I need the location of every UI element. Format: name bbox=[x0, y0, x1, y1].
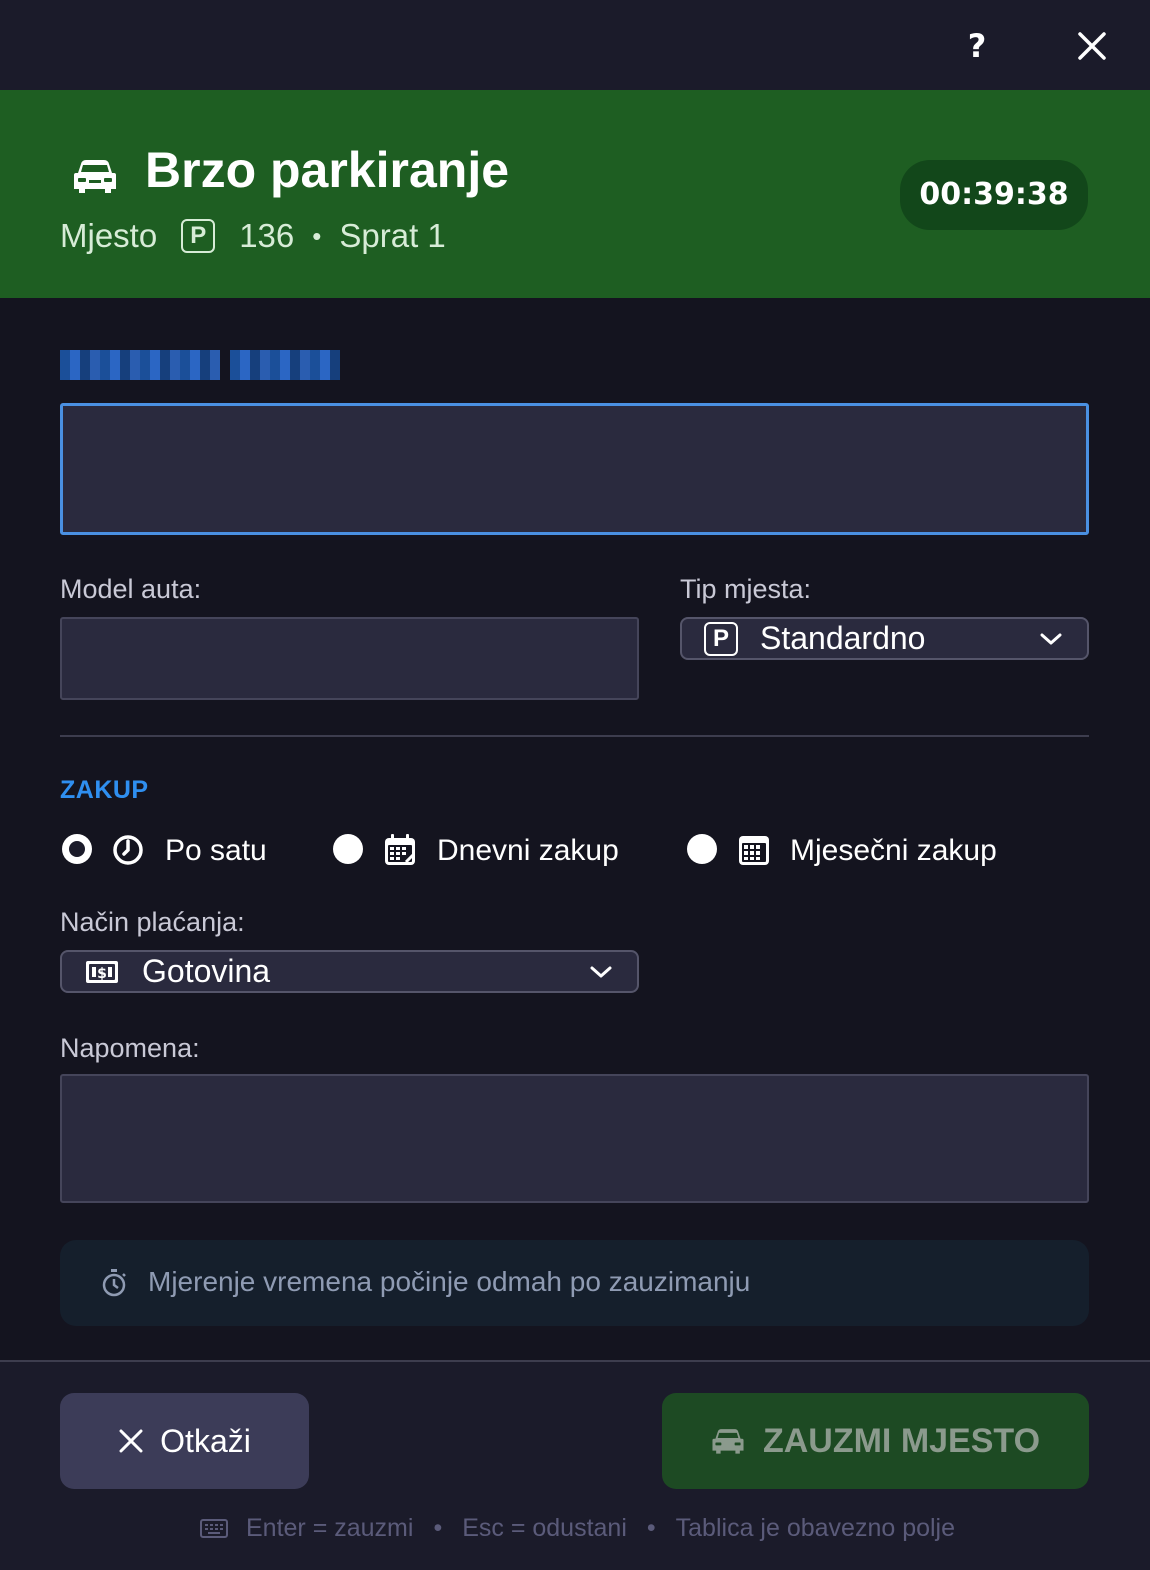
radio-daily[interactable] bbox=[333, 834, 363, 864]
spot-subtitle: Mjesto P 136 • Sprat 1 bbox=[60, 213, 446, 259]
spot-type-value: Standardno bbox=[760, 620, 926, 656]
payment-label: Način plaćanja: bbox=[60, 907, 245, 937]
radio-monthly[interactable] bbox=[687, 834, 717, 864]
option-daily-label[interactable]: Dnevni zakup bbox=[437, 832, 619, 870]
hint-esc: Esc = odustani bbox=[462, 1513, 627, 1542]
note-label: Napomena: bbox=[60, 1033, 200, 1063]
parking-icon: P bbox=[704, 621, 738, 656]
help-button[interactable]: ? bbox=[958, 26, 996, 66]
section-divider bbox=[60, 735, 1089, 737]
hint-separator: • bbox=[646, 1513, 656, 1542]
spot-type-select[interactable]: P Standardno bbox=[680, 617, 1089, 660]
clock-icon bbox=[113, 835, 143, 865]
cancel-button[interactable]: Otkaži bbox=[60, 1393, 309, 1489]
close-icon bbox=[119, 1429, 143, 1453]
option-hourly-label[interactable]: Po satu bbox=[165, 832, 267, 870]
hint-required: Tablica je obavezno polje bbox=[675, 1513, 956, 1542]
car-model-input[interactable] bbox=[60, 617, 639, 700]
payment-value: Gotovina bbox=[142, 953, 271, 989]
radio-hourly[interactable] bbox=[62, 834, 92, 864]
keyboard-hints: Enter = zauzmi • Esc = odustani • Tablic… bbox=[200, 1508, 955, 1548]
note-textarea[interactable] bbox=[60, 1074, 1089, 1203]
option-monthly-label[interactable]: Mjesečni zakup bbox=[790, 832, 997, 870]
place-label: Mjesto bbox=[60, 217, 158, 254]
hint-enter: Enter = zauzmi bbox=[246, 1513, 414, 1542]
spot-type-label: Tip mjesta: bbox=[680, 574, 812, 604]
occupy-spot-label: ZAUZMI MJESTO bbox=[762, 1421, 1041, 1460]
chevron-down-icon bbox=[1040, 633, 1062, 645]
calendar-month-icon bbox=[739, 836, 769, 865]
stopwatch-icon bbox=[102, 1269, 126, 1297]
clock-badge: 00:39:38 bbox=[900, 160, 1088, 230]
cash-icon: $ bbox=[86, 960, 118, 983]
parking-icon: P bbox=[181, 219, 216, 253]
hint-separator: • bbox=[433, 1513, 443, 1542]
car-model-label: Model auta: bbox=[60, 574, 202, 604]
payment-select[interactable]: $ Gotovina bbox=[60, 950, 639, 993]
floor-label: Sprat 1 bbox=[339, 217, 446, 254]
separator-dot: • bbox=[312, 220, 322, 251]
occupy-spot-button[interactable]: ZAUZMI MJESTO bbox=[662, 1393, 1089, 1489]
plate-label-redacted bbox=[60, 350, 340, 380]
car-icon bbox=[74, 160, 116, 193]
keyboard-icon bbox=[200, 1519, 228, 1538]
info-text: Mjerenje vremena počinje odmah po zauzim… bbox=[148, 1266, 751, 1297]
dialog-title: Brzo parkiranje bbox=[145, 142, 510, 198]
calendar-day-icon bbox=[385, 834, 415, 865]
cancel-label: Otkaži bbox=[160, 1422, 251, 1459]
license-plate-input[interactable] bbox=[60, 403, 1089, 535]
lease-section-title: ZAKUP bbox=[60, 776, 149, 804]
spot-number: 136 bbox=[239, 217, 295, 254]
chevron-down-icon bbox=[590, 966, 612, 978]
close-icon[interactable] bbox=[1072, 26, 1112, 66]
svg-text:$: $ bbox=[97, 966, 107, 982]
car-icon bbox=[712, 1429, 744, 1454]
